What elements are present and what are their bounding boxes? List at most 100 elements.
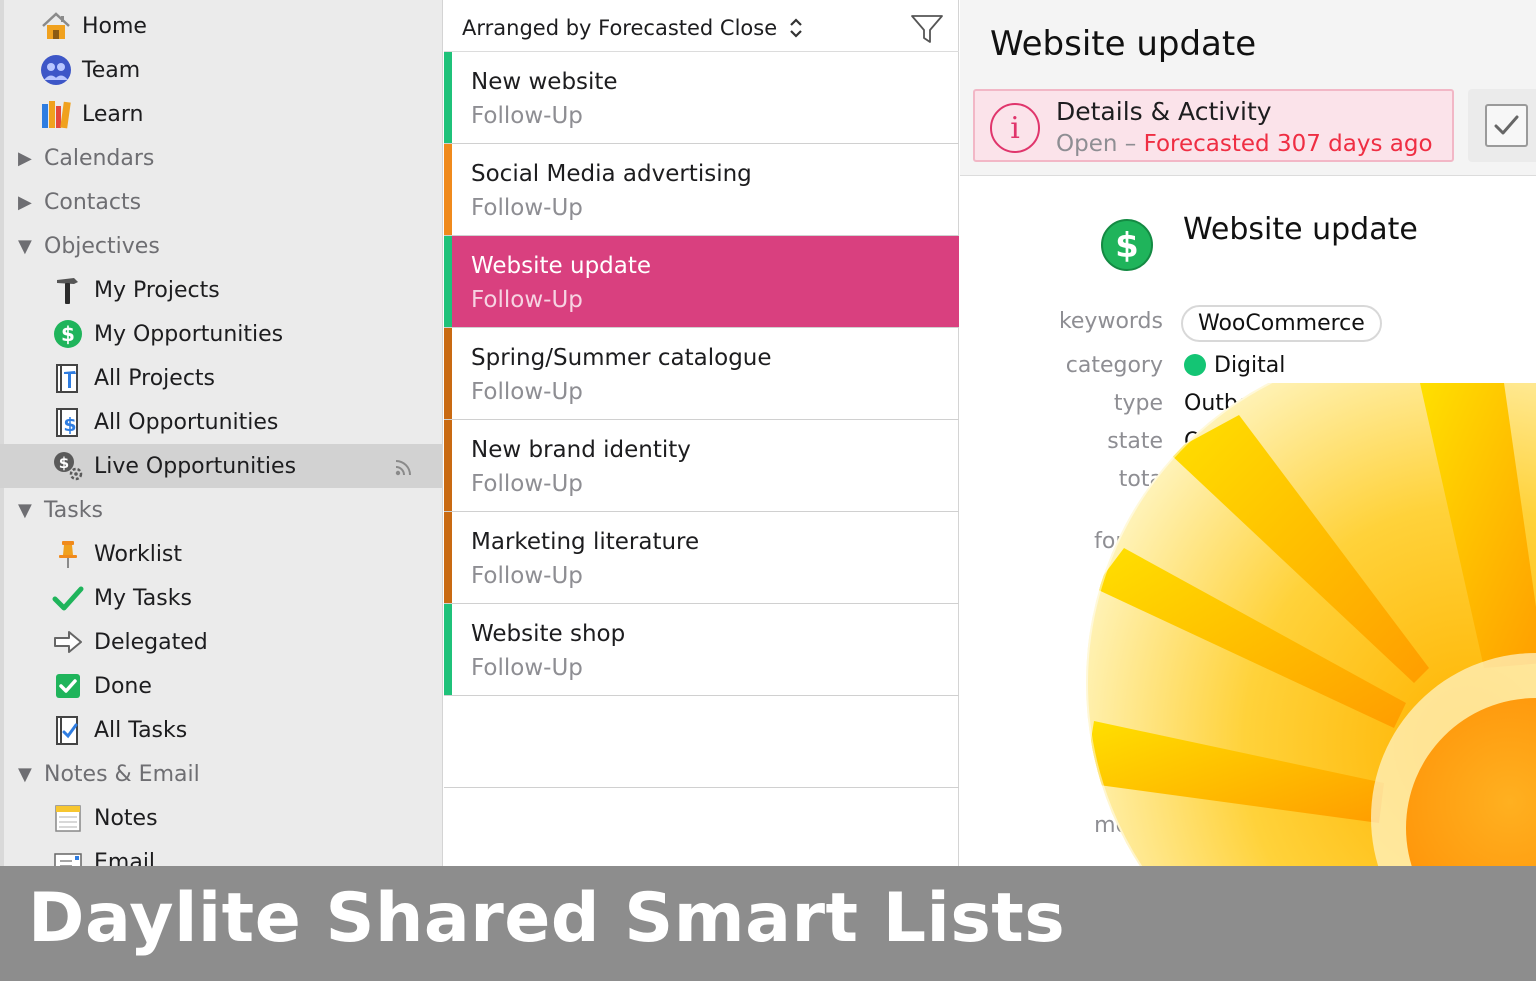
sidebar-item-live-opportunities[interactable]: $ Live Opportunities xyxy=(0,444,442,488)
team-icon xyxy=(38,52,74,88)
sidebar-item-label: Objectives xyxy=(44,233,160,259)
sort-label: Arranged by Forecasted Close xyxy=(462,15,778,40)
sidebar-item-home[interactable]: Home xyxy=(0,4,442,48)
list-item-title: Marketing literature xyxy=(471,529,700,555)
keyword-tag[interactable]: WooCommerce xyxy=(1181,305,1382,342)
sidebar-item-all-tasks[interactable]: All Tasks xyxy=(0,708,442,752)
sidebar-item-my-tasks[interactable]: My Tasks xyxy=(0,576,442,620)
sidebar-item-my-opportunities[interactable]: $ My Opportunities xyxy=(0,312,442,356)
sidebar-item-label: Team xyxy=(82,57,141,83)
sidebar-item-label: Notes xyxy=(94,805,158,831)
sidebar-item-label: Home xyxy=(82,13,147,39)
sidebar-group-calendars[interactable]: ▶ Calendars xyxy=(0,136,442,180)
dollar-circle-icon: $ xyxy=(50,316,86,352)
list-item-title: Website shop xyxy=(471,621,626,647)
category-stripe xyxy=(444,512,452,603)
list-item-selected[interactable]: Website update Follow-Up xyxy=(444,236,959,328)
sidebar-item-label: Learn xyxy=(82,101,144,127)
list-item-stage: Follow-Up xyxy=(471,103,583,129)
banner-title: Daylite Shared Smart Lists xyxy=(28,879,1066,958)
list-item-title: New website xyxy=(471,69,618,95)
disclosure-right-icon[interactable]: ▶ xyxy=(18,192,38,213)
daylite-sun-logo xyxy=(1084,345,1536,981)
status-separator: – xyxy=(1117,131,1144,157)
sidebar-item-all-projects[interactable]: All Projects xyxy=(0,356,442,400)
list-item[interactable]: Spring/Summer catalogue Follow-Up xyxy=(444,328,959,420)
sidebar-item-label: All Projects xyxy=(94,365,215,391)
sidebar-item-label: All Opportunities xyxy=(94,409,279,435)
opportunity-name: Website update xyxy=(1183,212,1418,247)
sidebar-item-email[interactable]: Email xyxy=(0,840,442,866)
sidebar-item-done[interactable]: Done xyxy=(0,664,442,708)
disclosure-down-icon[interactable]: ▼ xyxy=(18,764,38,785)
sidebar-item-worklist[interactable]: Worklist xyxy=(0,532,442,576)
filter-icon[interactable] xyxy=(909,12,945,46)
sidebar-item-my-projects[interactable]: My Projects xyxy=(0,268,442,312)
list-item-stage: Follow-Up xyxy=(471,471,583,497)
list-item[interactable]: New brand identity Follow-Up xyxy=(444,420,959,512)
category-stripe xyxy=(444,328,452,419)
list-empty-row xyxy=(444,696,959,788)
all-projects-icon xyxy=(50,360,86,396)
field-value-category[interactable]: Digital xyxy=(1214,353,1285,378)
notepad-icon xyxy=(50,800,86,836)
list-item[interactable]: Website shop Follow-Up xyxy=(444,604,959,696)
shared-broadcast-icon[interactable] xyxy=(393,455,417,477)
list-item-title: Website update xyxy=(471,253,652,279)
list-header: Arranged by Forecasted Close xyxy=(444,4,959,52)
sidebar-item-notes[interactable]: Notes xyxy=(0,796,442,840)
sidebar-item-delegated[interactable]: Delegated xyxy=(0,620,442,664)
sidebar-item-label: Worklist xyxy=(94,541,183,567)
category-stripe xyxy=(444,236,452,327)
live-opportunities-icon: $ xyxy=(50,448,86,484)
disclosure-down-icon[interactable]: ▼ xyxy=(18,236,38,257)
checkbox-checked-icon xyxy=(1485,104,1528,147)
sidebar-item-label: Calendars xyxy=(44,145,155,171)
checkmark-icon xyxy=(50,580,86,616)
list-item-stage: Follow-Up xyxy=(471,563,583,589)
list-item-stage: Follow-Up xyxy=(471,655,583,681)
svg-text:$: $ xyxy=(1115,226,1139,266)
sidebar-item-label: Live Opportunities xyxy=(94,453,297,479)
category-stripe xyxy=(444,52,452,143)
sidebar-item-label: My Tasks xyxy=(94,585,192,611)
list-item-stage: Follow-Up xyxy=(471,379,583,405)
field-label-keywords: keywords xyxy=(1058,309,1163,334)
list-item-stage: Follow-Up xyxy=(471,287,583,313)
detail-title: Website update xyxy=(990,24,1257,64)
details-activity-button[interactable]: i Details & Activity Open – Forecasted 3… xyxy=(973,89,1454,162)
category-stripe xyxy=(444,604,452,695)
disclosure-right-icon[interactable]: ▶ xyxy=(18,148,38,169)
forecast-overdue-text: Forecasted 307 days ago xyxy=(1143,131,1433,157)
sort-selector[interactable]: Arranged by Forecasted Close xyxy=(462,16,803,40)
sidebar-item-all-opportunities[interactable]: $ All Opportunities xyxy=(0,400,442,444)
list-item[interactable]: Social Media advertising Follow-Up xyxy=(444,144,959,236)
sidebar-item-label: Contacts xyxy=(44,189,142,215)
list-item-title: Social Media advertising xyxy=(471,161,752,187)
activity-title: Details & Activity xyxy=(1056,97,1272,126)
mark-complete-button[interactable] xyxy=(1468,89,1536,162)
activity-status-line: Open – Forecasted 307 days ago xyxy=(1056,131,1433,157)
sidebar-group-notes-email[interactable]: ▼ Notes & Email xyxy=(0,752,442,796)
list-item[interactable]: New website Follow-Up xyxy=(444,52,959,144)
category-color-dot xyxy=(1184,354,1206,376)
sidebar-group-objectives[interactable]: ▼ Objectives xyxy=(0,224,442,268)
arrow-right-icon xyxy=(50,624,86,660)
sidebar-item-label: My Opportunities xyxy=(94,321,284,347)
opportunity-list: Arranged by Forecasted Close New website… xyxy=(444,0,959,866)
sidebar-item-team[interactable]: Team xyxy=(0,48,442,92)
sidebar-group-contacts[interactable]: ▶ Contacts xyxy=(0,180,442,224)
sidebar-group-tasks[interactable]: ▼ Tasks xyxy=(0,488,442,532)
sidebar-item-learn[interactable]: Learn xyxy=(0,92,442,136)
email-icon xyxy=(50,844,86,866)
list-item-title: Spring/Summer catalogue xyxy=(471,345,772,371)
disclosure-down-icon[interactable]: ▼ xyxy=(18,500,38,521)
title-banner: Daylite Shared Smart Lists xyxy=(0,866,1536,981)
list-item[interactable]: Marketing literature Follow-Up xyxy=(444,512,959,604)
sidebar-item-label: Delegated xyxy=(94,629,208,655)
hammer-icon xyxy=(50,272,86,308)
dollar-circle-icon: $ xyxy=(1100,218,1154,272)
checkbox-checked-icon xyxy=(50,668,86,704)
field-label-category: category xyxy=(1065,353,1163,378)
sidebar: Home Team Learn ▶ Calendars ▶ Contacts ▼… xyxy=(0,0,443,866)
